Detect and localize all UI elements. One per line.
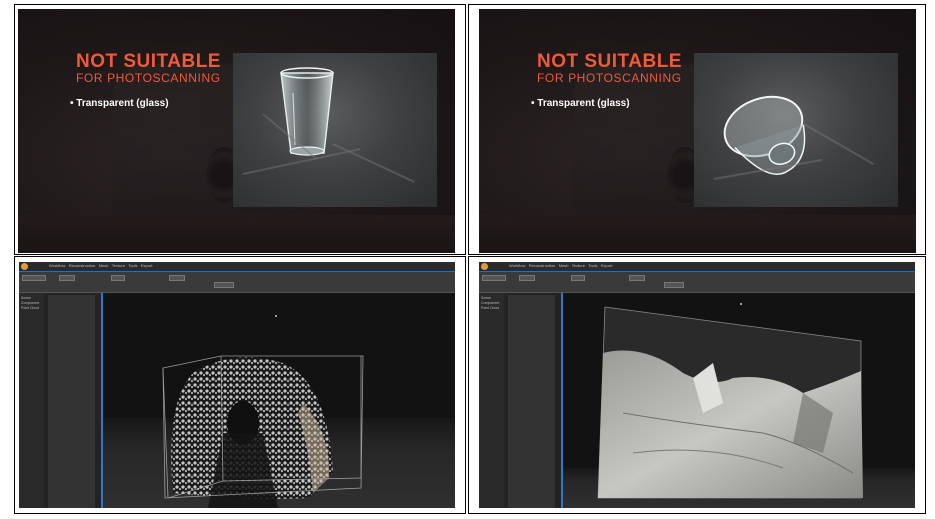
scene-sidebar[interactable] <box>19 293 45 508</box>
tab-export[interactable]: Export <box>601 263 613 268</box>
title-bar: Workflow Reconstruction Mesh Texture Too… <box>19 262 455 272</box>
ribbon-tabs[interactable]: Workflow Reconstruction Mesh Texture Too… <box>509 263 612 268</box>
floor <box>479 215 916 253</box>
ribbon-control[interactable] <box>22 275 46 281</box>
title-bar: Workflow Reconstruction Mesh Texture Too… <box>479 262 915 272</box>
tab-reconstruction[interactable]: Reconstruction <box>69 263 96 268</box>
inspector-panel <box>504 293 561 508</box>
app-logo-icon <box>481 263 488 270</box>
figure-grid: NOT SUITABLE FOR PHOTOSCANNING • Transpa… <box>0 0 935 519</box>
slide-subtitle: FOR PHOTOSCANNING <box>537 71 682 85</box>
tab-workflow[interactable]: Workflow <box>49 263 65 268</box>
slide-bullet: • Transparent (glass) <box>531 98 630 109</box>
slide-upright-glass: NOT SUITABLE FOR PHOTOSCANNING • Transpa… <box>18 9 455 253</box>
slide-bullet: • Transparent (glass) <box>70 98 169 109</box>
tab-reconstruction[interactable]: Reconstruction <box>529 263 556 268</box>
inspector-content <box>48 295 95 508</box>
ribbon-control[interactable] <box>111 275 125 281</box>
ribbon-toolbar[interactable] <box>479 272 915 293</box>
scene-sidebar[interactable] <box>479 293 505 508</box>
reconstruction-app-window: Workflow Reconstruction Mesh Texture Too… <box>479 262 915 508</box>
glass-photo <box>233 53 437 207</box>
point-cloud-icon <box>162 355 364 508</box>
mesh-surface-icon <box>597 306 863 499</box>
3d-viewport[interactable] <box>101 293 455 508</box>
inspector-panel <box>44 293 101 508</box>
ribbon-control[interactable] <box>629 275 645 281</box>
ribbon-toolbar[interactable] <box>19 272 455 293</box>
ribbon-control[interactable] <box>214 282 234 288</box>
tree-item[interactable]: Point Cloud <box>481 306 499 311</box>
tab-tools[interactable]: Tools <box>588 263 597 268</box>
ribbon-control[interactable] <box>571 275 585 281</box>
slide-tilted-glass: NOT SUITABLE FOR PHOTOSCANNING • Transpa… <box>479 9 916 253</box>
tab-export[interactable]: Export <box>141 263 153 268</box>
tab-texture[interactable]: Texture <box>112 263 125 268</box>
glass-photo <box>694 53 898 207</box>
inspector-content <box>508 295 555 508</box>
3d-viewport[interactable] <box>561 293 915 508</box>
floor <box>18 215 455 253</box>
ribbon-control[interactable] <box>519 275 535 281</box>
slide-subtitle: FOR PHOTOSCANNING <box>76 71 221 85</box>
scene-tree[interactable]: Scene Component Point Cloud <box>21 296 39 311</box>
app-logo-icon <box>21 263 28 270</box>
tab-texture[interactable]: Texture <box>572 263 585 268</box>
ribbon-tabs[interactable]: Workflow Reconstruction Mesh Texture Too… <box>49 263 152 268</box>
tree-item[interactable]: Point Cloud <box>21 306 39 311</box>
slide-title: NOT SUITABLE <box>76 51 221 72</box>
tab-mesh[interactable]: Mesh <box>559 263 569 268</box>
ribbon-control[interactable] <box>169 275 185 281</box>
tab-workflow[interactable]: Workflow <box>509 263 525 268</box>
ribbon-control[interactable] <box>482 275 506 281</box>
tab-tools[interactable]: Tools <box>128 263 137 268</box>
reconstruction-app-window: Workflow Reconstruction Mesh Texture Too… <box>19 262 455 508</box>
tab-mesh[interactable]: Mesh <box>99 263 109 268</box>
slide-title: NOT SUITABLE <box>537 51 682 72</box>
ribbon-control[interactable] <box>664 282 684 288</box>
ribbon-control[interactable] <box>59 275 75 281</box>
scene-tree[interactable]: Scene Component Point Cloud <box>481 296 499 311</box>
glass-upright-icon <box>280 67 334 156</box>
glass-tilted-icon <box>723 95 806 175</box>
